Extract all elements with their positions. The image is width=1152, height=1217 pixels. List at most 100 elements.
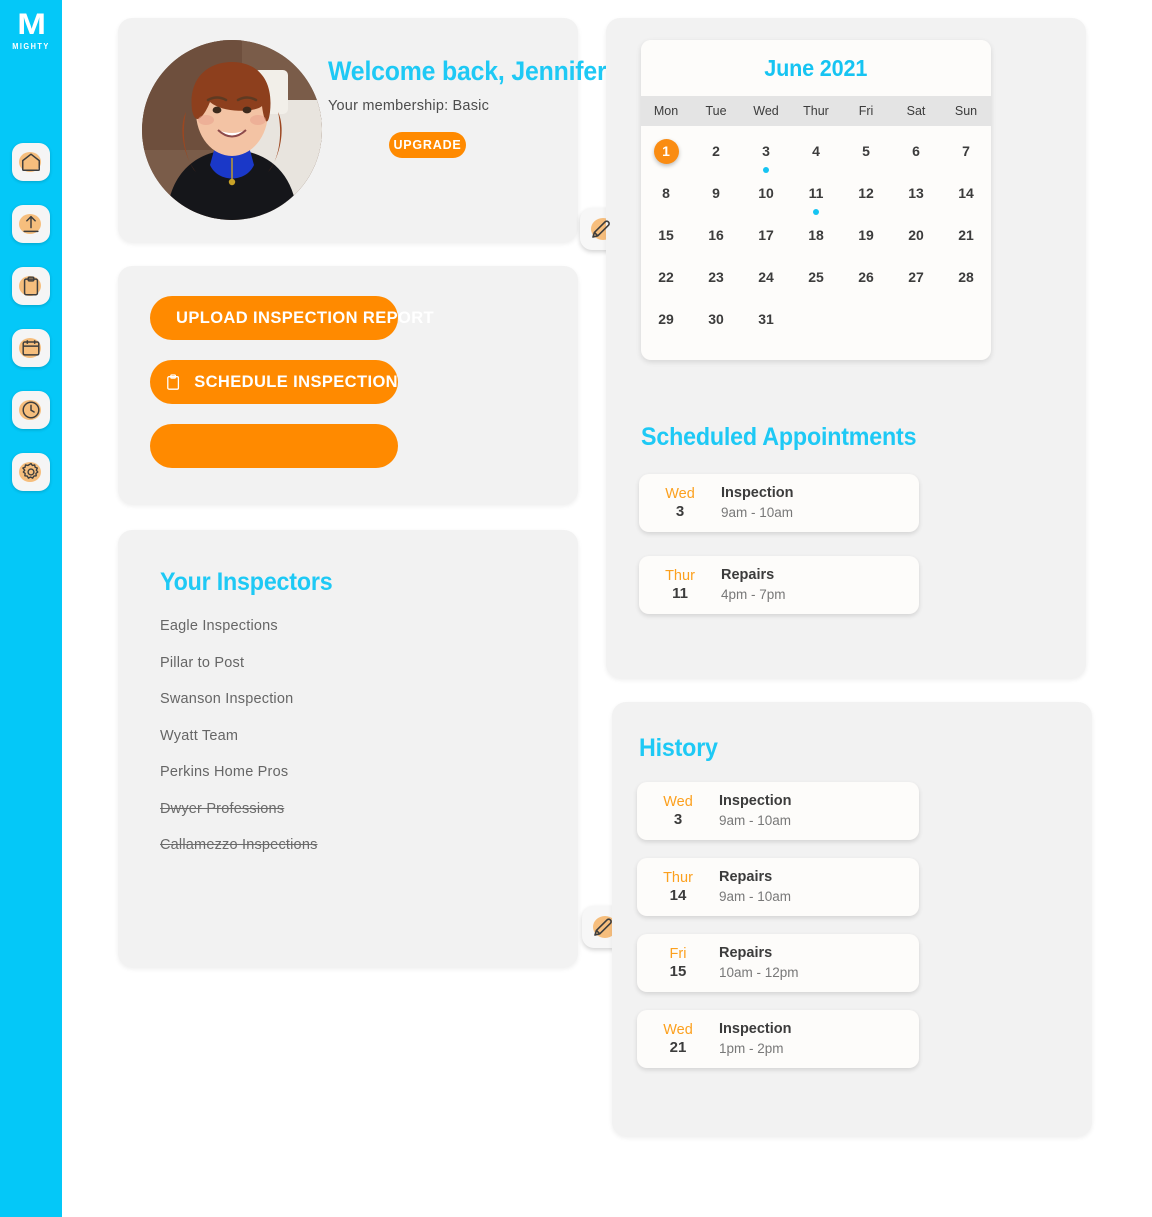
logo-wordmark: MIGHTY <box>12 42 50 51</box>
list-item[interactable]: Swanson Inspection <box>160 691 293 707</box>
calendar-day[interactable]: 29 <box>641 302 691 344</box>
list-item[interactable]: Wed 3 Inspection 9am - 10am <box>637 782 919 840</box>
calendar-day[interactable]: 4 <box>791 134 841 176</box>
calendar-day[interactable]: 12 <box>841 176 891 218</box>
calendar-day[interactable]: 18 <box>791 218 841 260</box>
avatar-photo <box>142 40 322 220</box>
calendar-day[interactable]: 20 <box>891 218 941 260</box>
dashboard-page: M MIGHTY Welcome back, Jennifer Your mem… <box>0 0 1152 1217</box>
calendar-day-number: 23 <box>708 269 724 285</box>
list-item[interactable]: Callamezzo Inspections <box>160 837 318 853</box>
calendar-day[interactable]: 17 <box>741 218 791 260</box>
list-item[interactable]: Wyatt Team <box>160 728 238 744</box>
calendar-day[interactable]: 13 <box>891 176 941 218</box>
upload-inspection-report-button[interactable]: UPLOAD INSPECTION REPORT <box>150 296 434 340</box>
calendar-day-number: 21 <box>958 227 974 243</box>
calendar-day[interactable]: 14 <box>941 176 991 218</box>
pencil-icon <box>592 220 610 238</box>
list-item[interactable]: Wed 21 Inspection 1pm - 2pm <box>637 1010 919 1068</box>
calendar-day-number: 14 <box>958 185 974 201</box>
list-item[interactable]: Thur 14 Repairs 9am - 10am <box>637 858 919 916</box>
calendar-day-number: 4 <box>812 143 820 159</box>
calendar-day-number: 10 <box>758 185 774 201</box>
history-card: History Wed 3 Inspection 9am - 10am Thur 14 Re… <box>612 702 1092 1136</box>
calendar-day[interactable]: 5 <box>841 134 891 176</box>
calendar-day-number: 9 <box>712 185 720 201</box>
calendar-day-number: 28 <box>958 269 974 285</box>
sidebar-item-calendar[interactable] <box>12 329 50 367</box>
calendar-day[interactable]: 23 <box>691 260 741 302</box>
calendar-day[interactable]: 25 <box>791 260 841 302</box>
unlabeled-action-button[interactable] <box>150 424 398 468</box>
event-date: Wed 21 <box>637 1021 719 1057</box>
event-weekday: Wed <box>663 1022 693 1038</box>
event-info: Repairs 9am - 10am <box>719 867 919 907</box>
calendar-day[interactable]: 10 <box>741 176 791 218</box>
calendar-day[interactable]: 19 <box>841 218 891 260</box>
calendar-day[interactable]: 2 <box>691 134 741 176</box>
page-title: Welcome back, Jennifer <box>328 56 607 86</box>
event-day-number: 15 <box>669 963 687 980</box>
list-item[interactable]: Dwyer Professions <box>160 801 284 817</box>
schedule-inspection-button[interactable]: SCHEDULE INSPECTION <box>150 360 398 404</box>
event-day-number: 3 <box>673 811 683 828</box>
calendar-day-number: 13 <box>908 185 924 201</box>
calendar-day[interactable]: 6 <box>891 134 941 176</box>
calendar-day-number: 19 <box>858 227 874 243</box>
event-date: Thur 14 <box>637 869 719 905</box>
list-item[interactable]: Wed 3 Inspection 9am - 10am <box>639 474 919 532</box>
calendar-day[interactable]: 1 <box>641 134 691 176</box>
calendar-month-label: June 2021 <box>764 54 868 81</box>
calendar-day[interactable]: 11 <box>791 176 841 218</box>
calendar-day[interactable]: 15 <box>641 218 691 260</box>
inspectors-list: Eagle Inspections Pillar to Post Swanson… <box>160 618 540 874</box>
sidebar-item-history[interactable] <box>12 391 50 429</box>
calendar-day[interactable]: 31 <box>741 302 791 344</box>
calendar-day-number: 17 <box>758 227 774 243</box>
calendar-header: June 2021 <box>641 40 991 96</box>
calendar-day[interactable]: 8 <box>641 176 691 218</box>
sidebar-item-upload[interactable] <box>12 205 50 243</box>
calendar-day-number: 6 <box>912 143 920 159</box>
calendar-day-number: 3 <box>762 143 770 159</box>
calendar-appointments-card: June 2021 Mon Tue Wed Thur Fri Sat Sun 1… <box>606 18 1086 678</box>
list-item[interactable]: Pillar to Post <box>160 655 244 671</box>
event-date: Wed 3 <box>639 485 721 521</box>
calendar-day[interactable]: 24 <box>741 260 791 302</box>
sidebar-item-settings[interactable] <box>12 453 50 491</box>
calendar-day-number: 27 <box>908 269 924 285</box>
calendar-day[interactable]: 7 <box>941 134 991 176</box>
schedule-button-label: SCHEDULE INSPECTION <box>194 372 398 391</box>
weekday-label: Fri <box>858 104 874 118</box>
list-item[interactable]: Thur 11 Repairs 4pm - 7pm <box>639 556 919 614</box>
weekday-label: Thur <box>803 104 829 118</box>
weekday-label: Mon <box>653 104 679 118</box>
calendar-day[interactable]: 28 <box>941 260 991 302</box>
calendar-day[interactable]: 30 <box>691 302 741 344</box>
event-name: Inspection <box>719 1021 792 1037</box>
calendar-event-dot <box>813 209 819 215</box>
event-date: Thur 11 <box>639 567 721 603</box>
event-weekday: Wed <box>665 486 695 502</box>
calendar-day[interactable]: 9 <box>691 176 741 218</box>
list-item[interactable]: Perkins Home Pros <box>160 764 288 780</box>
calendar-day-empty <box>891 302 941 344</box>
sidebar-item-reports[interactable] <box>12 267 50 305</box>
calendar-day-number: 25 <box>808 269 824 285</box>
quick-actions-card: UPLOAD INSPECTION REPORT SCHEDULE INSPEC… <box>118 266 578 504</box>
calendar-day[interactable]: 27 <box>891 260 941 302</box>
calendar-day[interactable]: 26 <box>841 260 891 302</box>
sidebar-item-home[interactable] <box>12 143 50 181</box>
app-logo[interactable]: M MIGHTY <box>0 0 62 52</box>
calendar-day[interactable]: 3 <box>741 134 791 176</box>
event-info: Repairs 10am - 12pm <box>719 943 919 983</box>
event-weekday: Thur <box>663 870 693 886</box>
calendar-day[interactable]: 16 <box>691 218 741 260</box>
calendar-day[interactable]: 22 <box>641 260 691 302</box>
calendar-day[interactable]: 21 <box>941 218 991 260</box>
list-item[interactable]: Eagle Inspections <box>160 618 278 634</box>
event-name: Inspection <box>721 485 794 501</box>
event-time: 1pm - 2pm <box>719 1041 784 1056</box>
upgrade-button[interactable]: UPGRADE <box>389 132 466 158</box>
list-item[interactable]: Fri 15 Repairs 10am - 12pm <box>637 934 919 992</box>
